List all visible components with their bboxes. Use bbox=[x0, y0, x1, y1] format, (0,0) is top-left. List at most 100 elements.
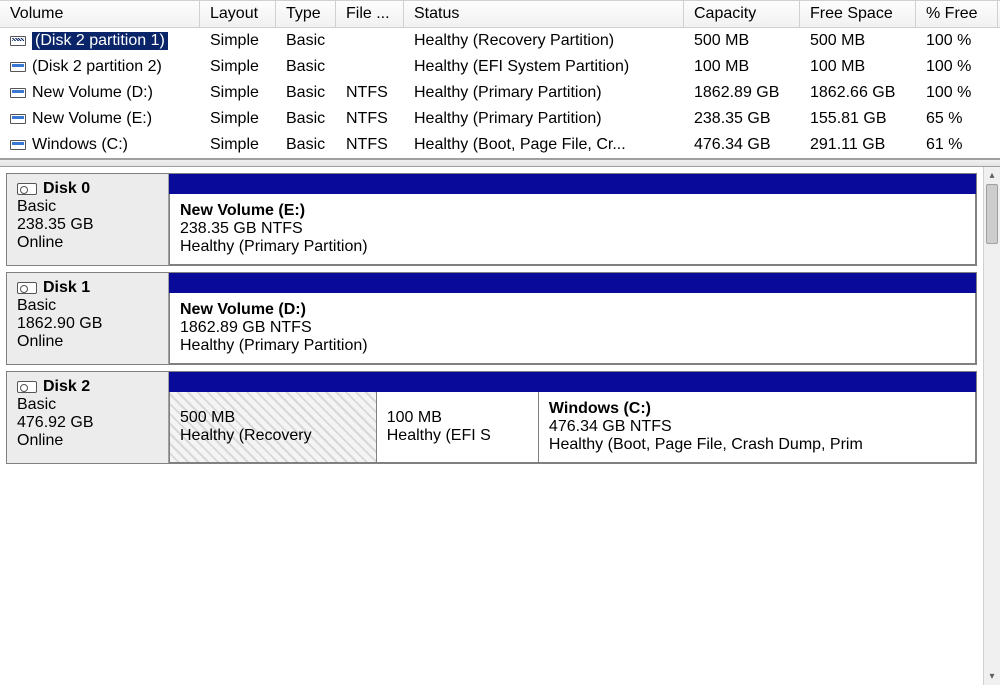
volume-pctfree: 100 % bbox=[916, 82, 998, 104]
partition[interactable]: New Volume (D:)1862.89 GB NTFSHealthy (P… bbox=[169, 293, 976, 364]
volume-filesystem: NTFS bbox=[336, 134, 404, 156]
disk-name: Disk 2 bbox=[43, 378, 90, 396]
disk-stripe bbox=[169, 174, 976, 194]
pane-separator[interactable] bbox=[0, 159, 1000, 167]
partition[interactable]: New Volume (E:)238.35 GB NTFSHealthy (Pr… bbox=[169, 194, 976, 265]
partition[interactable]: Windows (C:)476.34 GB NTFSHealthy (Boot,… bbox=[538, 392, 976, 463]
volume-status: Healthy (Boot, Page File, Cr... bbox=[404, 134, 684, 156]
volume-filesystem: NTFS bbox=[336, 108, 404, 130]
volume-row[interactable]: (Disk 2 partition 2) SimpleBasic Healthy (… bbox=[0, 54, 1000, 80]
scroll-up-button[interactable]: ▴ bbox=[984, 167, 1000, 184]
disk-label[interactable]: Disk 2Basic476.92 GBOnline bbox=[7, 372, 169, 463]
disk-type: Basic bbox=[17, 396, 158, 414]
disk-block: Disk 1Basic1862.90 GBOnlineNew Volume (D… bbox=[6, 272, 977, 365]
partition-info: 500 MB bbox=[180, 409, 366, 427]
partition-status: Healthy (Recovery bbox=[180, 427, 366, 445]
disk-state: Online bbox=[17, 432, 158, 450]
volume-row[interactable]: New Volume (D:) SimpleBasicNTFSHealthy (P… bbox=[0, 80, 1000, 106]
volume-status: Healthy (Primary Partition) bbox=[404, 108, 684, 130]
col-header-capacity[interactable]: Capacity bbox=[684, 1, 800, 27]
volume-filesystem: NTFS bbox=[336, 82, 404, 104]
disk-state: Online bbox=[17, 234, 158, 252]
disk-icon bbox=[17, 183, 37, 195]
volume-free: 155.81 GB bbox=[800, 108, 916, 130]
volume-name: (Disk 2 partition 2) bbox=[32, 58, 162, 76]
scroll-down-button[interactable]: ▾ bbox=[984, 668, 1000, 685]
volume-filesystem bbox=[336, 30, 404, 52]
volume-name: New Volume (D:) bbox=[32, 84, 153, 102]
volume-filesystem bbox=[336, 56, 404, 78]
disk-label[interactable]: Disk 1Basic1862.90 GBOnline bbox=[7, 273, 169, 364]
volume-status: Healthy (Primary Partition) bbox=[404, 82, 684, 104]
disk-icon bbox=[17, 282, 37, 294]
partition-title: New Volume (E:) bbox=[180, 202, 965, 220]
volume-list-header: Volume Layout Type File ... Status Capac… bbox=[0, 0, 1000, 28]
disk-name: Disk 0 bbox=[43, 180, 90, 198]
disk-size: 238.35 GB bbox=[17, 216, 158, 234]
disk-graphic-pane: Disk 0Basic238.35 GBOnlineNew Volume (E:… bbox=[0, 167, 1000, 685]
volume-layout: Simple bbox=[200, 30, 276, 52]
volume-list: Volume Layout Type File ... Status Capac… bbox=[0, 0, 1000, 159]
volume-icon bbox=[10, 140, 26, 150]
volume-row[interactable]: (Disk 2 partition 1) SimpleBasic Healthy (… bbox=[0, 28, 1000, 54]
volume-pctfree: 100 % bbox=[916, 56, 998, 78]
col-header-layout[interactable]: Layout bbox=[200, 1, 276, 27]
disk-block: Disk 2Basic476.92 GBOnline500 MBHealthy … bbox=[6, 371, 977, 464]
volume-layout: Simple bbox=[200, 82, 276, 104]
volume-layout: Simple bbox=[200, 134, 276, 156]
volume-status: Healthy (EFI System Partition) bbox=[404, 56, 684, 78]
volume-row[interactable]: New Volume (E:)SimpleBasicNTFSHealthy (P… bbox=[0, 106, 1000, 132]
partition-info: 476.34 GB NTFS bbox=[549, 418, 965, 436]
volume-free: 500 MB bbox=[800, 30, 916, 52]
col-header-pctfree[interactable]: % Free bbox=[916, 1, 998, 27]
volume-capacity: 1862.89 GB bbox=[684, 82, 800, 104]
volume-icon bbox=[10, 88, 26, 98]
col-header-status[interactable]: Status bbox=[404, 1, 684, 27]
volume-free: 291.11 GB bbox=[800, 134, 916, 156]
partition-status: Healthy (Primary Partition) bbox=[180, 337, 965, 355]
volume-capacity: 500 MB bbox=[684, 30, 800, 52]
partition[interactable]: 100 MBHealthy (EFI S bbox=[376, 392, 538, 463]
volume-type: Basic bbox=[276, 30, 336, 52]
volume-status: Healthy (Recovery Partition) bbox=[404, 30, 684, 52]
volume-name: Windows (C:) bbox=[32, 136, 128, 154]
col-header-filesystem[interactable]: File ... bbox=[336, 1, 404, 27]
disk-state: Online bbox=[17, 333, 158, 351]
disk-label[interactable]: Disk 0Basic238.35 GBOnline bbox=[7, 174, 169, 265]
volume-name: (Disk 2 partition 1) bbox=[32, 32, 168, 50]
volume-capacity: 238.35 GB bbox=[684, 108, 800, 130]
partition-info: 100 MB bbox=[387, 409, 528, 427]
volume-type: Basic bbox=[276, 56, 336, 78]
volume-type: Basic bbox=[276, 134, 336, 156]
volume-icon bbox=[10, 36, 26, 46]
volume-pctfree: 65 % bbox=[916, 108, 998, 130]
volume-layout: Simple bbox=[200, 56, 276, 78]
partition-status: Healthy (Primary Partition) bbox=[180, 238, 965, 256]
disk-stripe bbox=[169, 273, 976, 293]
volume-pctfree: 100 % bbox=[916, 30, 998, 52]
volume-capacity: 476.34 GB bbox=[684, 134, 800, 156]
partition-info: 238.35 GB NTFS bbox=[180, 220, 965, 238]
volume-free: 100 MB bbox=[800, 56, 916, 78]
disk-name: Disk 1 bbox=[43, 279, 90, 297]
disk-size: 476.92 GB bbox=[17, 414, 158, 432]
col-header-volume[interactable]: Volume bbox=[0, 1, 200, 27]
disk-icon bbox=[17, 381, 37, 393]
partition-status: Healthy (EFI S bbox=[387, 427, 528, 445]
vertical-scrollbar[interactable]: ▴ ▾ bbox=[983, 167, 1000, 685]
disk-type: Basic bbox=[17, 297, 158, 315]
scroll-thumb[interactable] bbox=[986, 184, 998, 244]
volume-free: 1862.66 GB bbox=[800, 82, 916, 104]
partition[interactable]: 500 MBHealthy (Recovery bbox=[169, 392, 376, 463]
disk-block: Disk 0Basic238.35 GBOnlineNew Volume (E:… bbox=[6, 173, 977, 266]
volume-row[interactable]: Windows (C:) SimpleBasicNTFSHealthy (Boot… bbox=[0, 132, 1000, 158]
volume-capacity: 100 MB bbox=[684, 56, 800, 78]
volume-type: Basic bbox=[276, 82, 336, 104]
partition-status: Healthy (Boot, Page File, Crash Dump, Pr… bbox=[549, 436, 965, 454]
col-header-free[interactable]: Free Space bbox=[800, 1, 916, 27]
partition-title: New Volume (D:) bbox=[180, 301, 965, 319]
col-header-type[interactable]: Type bbox=[276, 1, 336, 27]
partition-title: Windows (C:) bbox=[549, 400, 965, 418]
disk-type: Basic bbox=[17, 198, 158, 216]
volume-layout: Simple bbox=[200, 108, 276, 130]
